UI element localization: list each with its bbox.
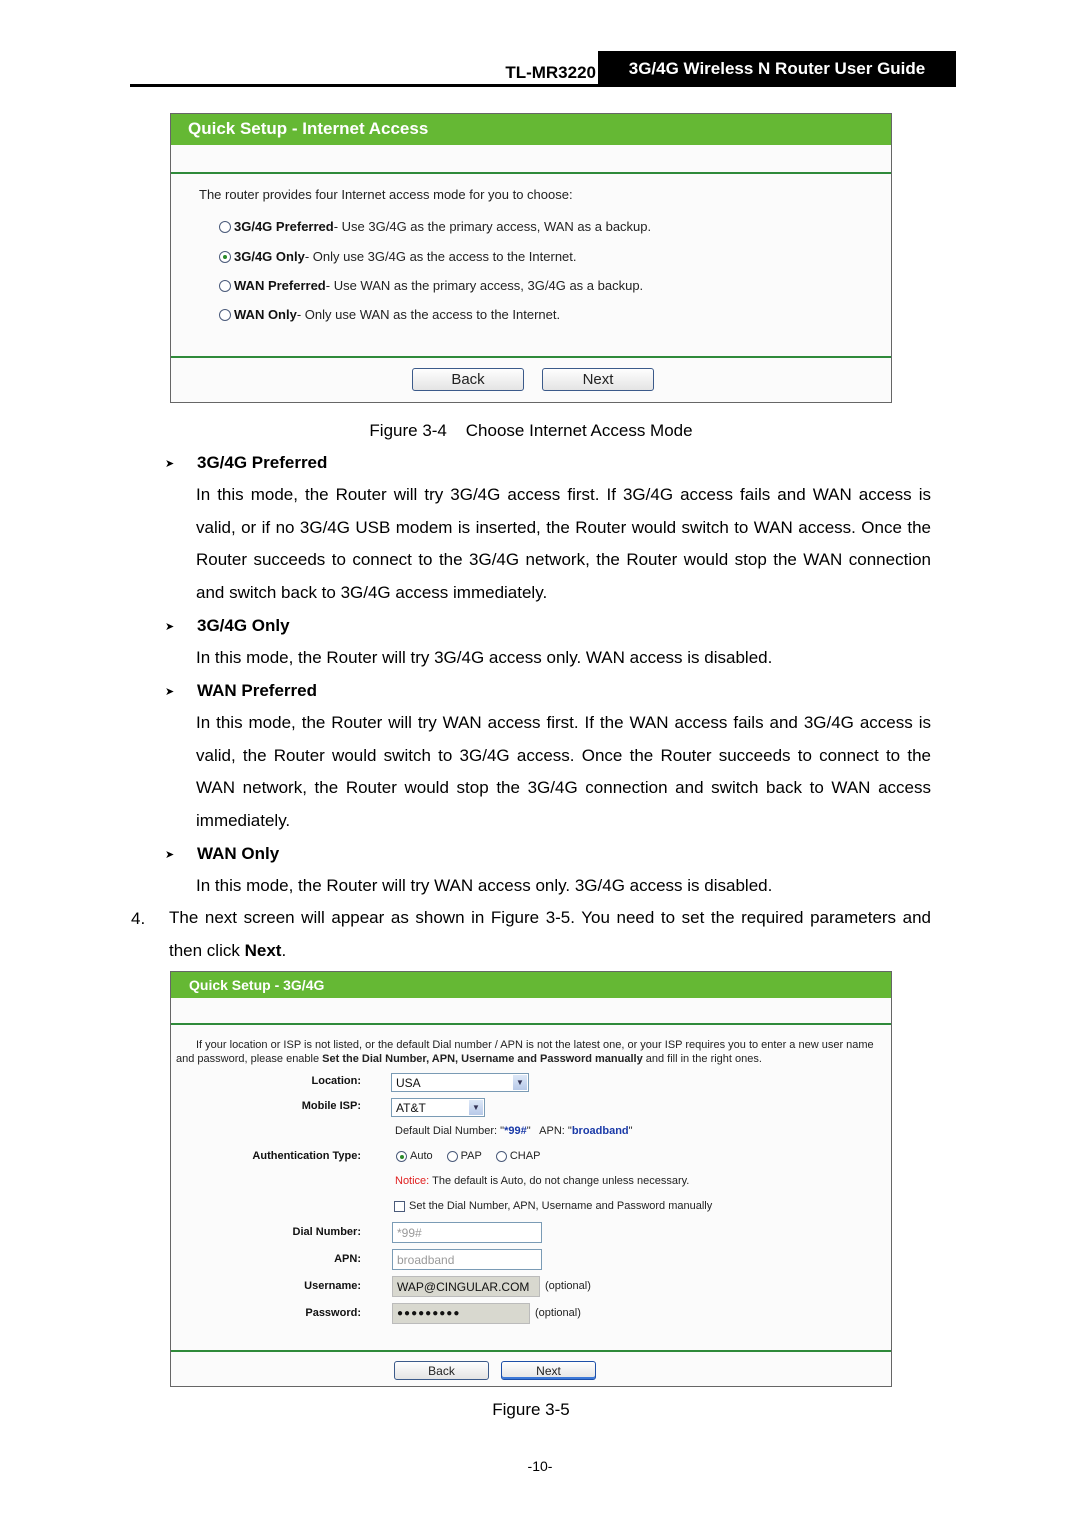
mode-description: In this mode, the Router will try 3G/4G …	[196, 648, 773, 667]
radio-button[interactable]	[446, 1150, 458, 1162]
auth-option-auto[interactable]: Auto	[396, 1150, 433, 1162]
option-wan-preferred[interactable]: WAN Preferred - Use WAN as the primary a…	[219, 278, 643, 293]
step-number: 4.	[131, 909, 146, 928]
radio-button-selected[interactable]	[396, 1150, 407, 1162]
apn-label: APN:	[334, 1253, 361, 1265]
mode-description: In this mode, the Router will try WAN ac…	[196, 713, 931, 830]
password-label: Password:	[305, 1307, 361, 1319]
auth-type-label: Authentication Type:	[252, 1150, 361, 1162]
option-wan-only[interactable]: WAN Only - Only use WAN as the access to…	[219, 307, 560, 322]
divider	[171, 356, 891, 358]
apn-input[interactable]: broadband	[392, 1249, 542, 1270]
model-name: TL-MR3220	[505, 63, 596, 82]
mode-description: In this mode, the Router will try 3G/4G …	[196, 485, 931, 602]
figure-caption: Figure 3-5	[492, 1400, 570, 1419]
dial-number-label: Dial Number:	[292, 1226, 361, 1238]
location-label: Location:	[311, 1075, 362, 1087]
divider	[171, 172, 891, 174]
auth-notice: Notice: The default is Auto, do not chan…	[395, 1175, 690, 1187]
password-input[interactable]: ●●●●●●●●●	[392, 1303, 530, 1324]
username-optional: (optional)	[545, 1280, 591, 1292]
auth-option-chap[interactable]: CHAP	[495, 1150, 540, 1162]
radio-button[interactable]	[219, 279, 231, 292]
mobile-isp-label: Mobile ISP:	[301, 1100, 361, 1112]
chevron-down-icon[interactable]: ▼	[469, 1100, 483, 1115]
arrow-bullet-icon: ➤	[165, 848, 175, 861]
radio-button[interactable]	[495, 1150, 507, 1162]
next-button[interactable]: Next	[542, 368, 654, 391]
checkbox[interactable]	[394, 1200, 405, 1212]
default-dial-info: Default Dial Number: "*99#" APN: "broadb…	[395, 1125, 633, 1137]
username-label: Username:	[304, 1280, 361, 1292]
guide-title: 3G/4G Wireless N Router User Guide	[598, 51, 956, 87]
arrow-bullet-icon: ➤	[165, 620, 175, 633]
mobile-isp-select[interactable]: AT&T ▼	[391, 1098, 485, 1117]
panel-intro: The router provides four Internet access…	[199, 187, 573, 202]
dial-number-input[interactable]: *99#	[392, 1222, 542, 1243]
internet-access-panel: Quick Setup - Internet Access The router…	[170, 113, 892, 403]
password-optional: (optional)	[535, 1307, 581, 1319]
back-button[interactable]: Back	[394, 1361, 489, 1380]
radio-button-selected[interactable]	[219, 250, 231, 263]
step-text: The next screen will appear as shown in …	[169, 908, 931, 960]
chevron-down-icon[interactable]: ▼	[513, 1075, 527, 1090]
panel-intro: If your location or ISP is not listed, o…	[176, 1039, 874, 1065]
arrow-bullet-icon: ➤	[165, 685, 175, 698]
arrow-bullet-icon: ➤	[165, 457, 175, 470]
divider	[171, 1350, 891, 1352]
radio-button[interactable]	[219, 220, 231, 233]
mode-heading: ➤ 3G/4G Only	[165, 616, 290, 635]
mode-description: In this mode, the Router will try WAN ac…	[196, 876, 773, 895]
panel-title: Quick Setup - Internet Access	[171, 114, 891, 145]
back-button[interactable]: Back	[412, 368, 524, 391]
option-3g4g-only[interactable]: 3G/4G Only - Only use 3G/4G as the acces…	[219, 249, 577, 264]
next-button[interactable]: Next	[501, 1361, 596, 1380]
radio-button[interactable]	[219, 308, 231, 321]
figure-caption: Figure 3-4 Choose Internet Access Mode	[369, 421, 693, 440]
panel-title: Quick Setup - 3G/4G	[171, 972, 891, 998]
username-input[interactable]: WAP@CINGULAR.COM	[392, 1276, 540, 1297]
header-rule	[130, 84, 956, 87]
manual-setting-checkbox[interactable]: Set the Dial Number, APN, Username and P…	[394, 1200, 712, 1212]
page-number: -10-	[527, 1458, 553, 1474]
option-3g4g-preferred[interactable]: 3G/4G Preferred - Use 3G/4G as the prima…	[219, 219, 651, 234]
quick-setup-3g4g-panel: Quick Setup - 3G/4G If your location or …	[170, 971, 892, 1387]
auth-option-pap[interactable]: PAP	[446, 1150, 482, 1162]
mode-heading: ➤ WAN Only	[165, 844, 280, 863]
mode-heading: ➤ WAN Preferred	[165, 681, 317, 700]
divider	[171, 1023, 891, 1025]
auth-type-group: Auto PAP CHAP	[396, 1150, 554, 1162]
mode-heading: ➤ 3G/4G Preferred	[165, 453, 328, 472]
location-select[interactable]: USA ▼	[391, 1073, 529, 1092]
